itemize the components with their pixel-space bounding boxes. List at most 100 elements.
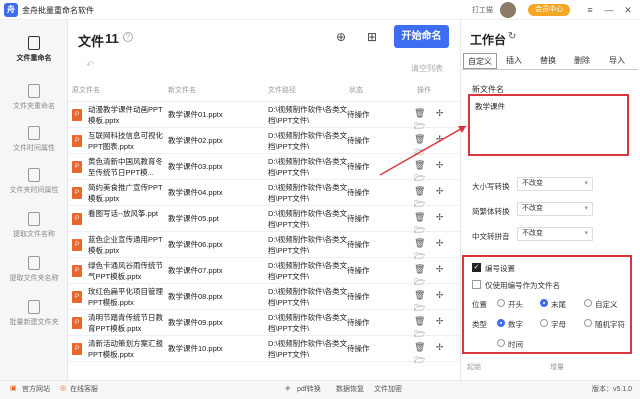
sidebar-item-file-time[interactable]: 文件时间属性 [0, 126, 68, 153]
ppt-file-icon: P [72, 109, 82, 121]
file-path: D:\视频制作软件\各类文档\PPT文件\ [268, 287, 348, 307]
sidebar-item-extract-file[interactable]: 提取文件名称 [0, 212, 68, 239]
position-custom-radio[interactable] [584, 299, 592, 307]
table-row[interactable]: P 看图写话--放风筝.ppt 教学课件05.ppt D:\视频制作软件\各类文档\P… [68, 206, 460, 235]
file-time-icon [28, 126, 40, 140]
table-row[interactable]: P 互联网科技信息可视化PPT图表.pptx 教学课件02.pptx D:\视频制作软… [68, 128, 460, 157]
ppt-file-icon: P [72, 135, 82, 147]
ppt-file-icon: P [72, 213, 82, 225]
type-time-radio[interactable] [497, 339, 505, 347]
status-text: 待操作 [347, 266, 370, 275]
table-row[interactable]: P 清明节踏青传统节日教育PPT模板.pptx 教学课件09.pptx D:\视频制作… [68, 310, 460, 339]
new-name: 教学课件01.pptx [168, 110, 223, 119]
menu-icon[interactable]: ≡ [584, 3, 596, 17]
new-name: 教学课件10.pptx [168, 344, 223, 353]
version-text: 版本：v5.1.0 [592, 386, 633, 393]
tab-import[interactable]: 导入 [599, 53, 635, 69]
numbering-checkbox[interactable]: ✓ [472, 263, 481, 272]
column-path: 文件路径 [268, 80, 296, 102]
original-name: 清明节踏青传统节日教育PPT模板.pptx [88, 313, 163, 333]
ppt-file-icon: P [72, 161, 82, 173]
position-end-radio[interactable] [540, 299, 548, 307]
trad-select[interactable]: 不改变 [517, 202, 593, 216]
file-table: 原文件名 新文件名 文件路径 状态 操作 P 动漫教学课件动画PPT模板.pptx… [68, 80, 460, 370]
avatar[interactable] [500, 2, 516, 18]
position-start-radio[interactable] [497, 299, 505, 307]
original-name: 蓝色企业宣传通用PPT模板.pptx [88, 235, 163, 255]
website-link[interactable]: 官方网站 [22, 384, 50, 394]
tab-delete[interactable]: 删除 [565, 53, 599, 69]
folder-rename-icon [28, 84, 40, 98]
only-number-label: 仅使用编号作为文件名 [485, 281, 560, 290]
add-file-icon[interactable]: ⊕ [333, 29, 349, 45]
new-name: 教学课件04.pptx [168, 188, 223, 197]
minimize-icon[interactable]: — [603, 3, 615, 17]
sidebar-item-extract-folder[interactable]: 提取文件夹名称 [0, 256, 68, 283]
table-header [68, 80, 460, 102]
row-actions-icons[interactable]: 🗑 ✢ 🗁 [414, 342, 460, 369]
user-name[interactable]: 打工猫 [472, 5, 493, 15]
ppt-file-icon: P [72, 343, 82, 355]
new-name-input[interactable]: 教学课件 [468, 94, 629, 156]
folder-time-icon [28, 168, 40, 182]
app-title: 金舟批量重命名软件 [22, 6, 94, 15]
sidebar-item-folder-time[interactable]: 文件夹时间属性 [0, 168, 68, 195]
ppt-file-icon: P [72, 291, 82, 303]
case-select[interactable]: 不改变 [517, 177, 593, 191]
original-name: 看图写话--放风筝.ppt [88, 209, 159, 218]
pinyin-select[interactable]: 不改变 [517, 227, 593, 241]
close-icon[interactable]: ✕ [622, 3, 634, 17]
clear-list-button[interactable]: 清空列表 [411, 63, 443, 74]
numbering-label: 编号设置 [485, 264, 515, 273]
position-end-label: 末尾 [551, 300, 566, 309]
tab-insert[interactable]: 插入 [497, 53, 531, 69]
pdf-link[interactable]: pdf转换 [297, 384, 321, 394]
status-text: 待操作 [347, 136, 370, 145]
type-number-radio[interactable] [497, 319, 505, 327]
status-text: 待操作 [347, 214, 370, 223]
tab-replace[interactable]: 替换 [531, 53, 565, 69]
tab-custom[interactable]: 自定义 [463, 53, 497, 69]
new-name: 教学课件05.ppt [168, 214, 219, 223]
trad-label: 简繁体转换 [472, 207, 510, 216]
refresh-icon[interactable]: ↻ [508, 31, 516, 42]
table-row[interactable]: P 绿色卡通风谷雨传统节气PPT模板.pptx 教学课件07.pptx D:\视频制作… [68, 258, 460, 287]
extract-folder-icon [28, 256, 40, 270]
app-logo-icon: 舟 [4, 3, 18, 17]
type-number-label: 数字 [508, 320, 523, 329]
start-rename-button[interactable]: 开始命名 [394, 25, 449, 48]
encrypt-link[interactable]: 文件加密 [374, 384, 402, 394]
table-row[interactable]: P 玫红色扁平化项目管理PPT模板.pptx 教学课件08.pptx D:\视频制作软… [68, 284, 460, 313]
start-label: 起始 [467, 364, 481, 371]
type-random-radio[interactable] [584, 319, 592, 327]
add-folder-icon[interactable]: ⊞ [364, 29, 380, 45]
recover-link[interactable]: 数据恢复 [336, 384, 364, 394]
help-icon[interactable]: ? [123, 32, 133, 42]
page-title: 文件 [78, 34, 105, 49]
position-start-label: 开头 [508, 300, 523, 309]
table-row[interactable]: P 动漫教学课件动画PPT模板.pptx 教学课件01.pptx D:\视频制作软件\… [68, 102, 460, 131]
status-text: 待操作 [347, 240, 370, 249]
sidebar-item-file-rename[interactable]: 文件重命名 [0, 36, 68, 63]
table-row[interactable]: P 清新活动策划方案汇报PPT模板.pptx 教学课件10.pptx D:\视频制作软… [68, 336, 460, 365]
new-name: 教学课件02.pptx [168, 136, 223, 145]
position-custom-label: 自定义 [595, 300, 618, 309]
vip-center-button[interactable]: 会员中心 [528, 4, 570, 16]
file-count: 11 [105, 31, 119, 46]
file-path: D:\视频制作软件\各类文档\PPT文件\ [268, 261, 348, 281]
file-path: D:\视频制作软件\各类文档\PPT文件\ [268, 209, 348, 229]
original-name: 动漫教学课件动画PPT模板.pptx [88, 105, 163, 125]
type-letter-radio[interactable] [540, 319, 548, 327]
undo-icon[interactable]: ↶ [86, 60, 94, 71]
ppt-file-icon: P [72, 187, 82, 199]
table-row[interactable]: P 简约美食推广宣传PPT模板.pptx 教学课件04.pptx D:\视频制作软件\… [68, 180, 460, 209]
sidebar-item-folder-rename[interactable]: 文件夹重命名 [0, 84, 68, 111]
table-row[interactable]: P 蓝色企业宣传通用PPT模板.pptx 教学课件06.pptx D:\视频制作软件\… [68, 232, 460, 261]
service-link[interactable]: 在线客服 [70, 384, 98, 394]
table-row[interactable]: P 黄色清新中国风教育冬至传统节日PPT模... 教学课件03.pptx D:\视频制… [68, 154, 460, 183]
sidebar-item-new-folder[interactable]: 批量新建文件夹 [0, 300, 68, 327]
column-new-name: 新文件名 [168, 80, 196, 102]
pinyin-label: 中文转拼音 [472, 232, 510, 241]
pdf-icon: ◈ [285, 385, 291, 392]
only-number-checkbox[interactable] [472, 280, 481, 289]
